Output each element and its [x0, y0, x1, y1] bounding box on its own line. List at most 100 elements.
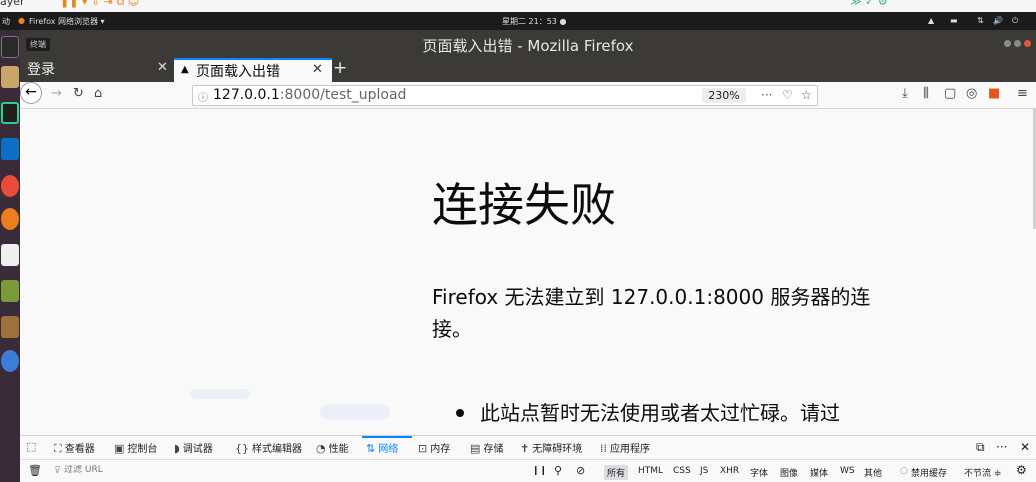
info-icon[interactable]: ⓘ [198, 89, 208, 104]
extension-badge-icon[interactable]: ■ [988, 86, 1000, 101]
dock-launcher [0, 30, 20, 482]
tab-label: 内存 [430, 444, 451, 455]
pycharm-icon[interactable] [1, 102, 19, 124]
filter-images-button[interactable]: 图像 [780, 466, 798, 479]
pause-icon[interactable]: ❙❙ [532, 466, 547, 476]
disable-cache-checkbox[interactable]: ○ [900, 466, 908, 476]
activities-button[interactable]: 动 [2, 16, 10, 27]
launcher-tooltip: 终端 [26, 38, 50, 51]
error-title: 连接失败 [432, 178, 616, 232]
filter-js-button[interactable]: JS [700, 466, 708, 476]
trash-icon[interactable]: 🗑 [28, 464, 42, 477]
suggestion-text: 此站点暂时无法使用或者太过忙碌。请过 [480, 401, 840, 425]
firefox-icon[interactable] [1, 208, 19, 230]
tab-login[interactable]: 登录 ✕ [20, 58, 172, 82]
system-clock[interactable]: 星期二 21：53 ● [502, 16, 566, 27]
debugger-icon: ◗ [174, 442, 180, 455]
filter-html-button[interactable]: HTML [638, 466, 663, 476]
tab-label: 无障碍环境 [532, 444, 583, 455]
home-button[interactable]: ⌂ [94, 86, 102, 101]
tray-power-icon[interactable]: ⏻ [1012, 16, 1018, 26]
sidebar-icon[interactable]: ▢ [944, 86, 956, 101]
app-menu[interactable]: Firefox 网络浏览器 ▾ [29, 16, 105, 27]
filter-media-button[interactable]: 媒体 [810, 466, 828, 479]
archive-icon[interactable] [1, 280, 19, 302]
page-actions-icon[interactable]: ··· [761, 88, 772, 102]
tab-label: 样式编辑器 [252, 444, 302, 455]
library-icon[interactable]: ⫼ [923, 86, 929, 101]
vscode-icon[interactable] [1, 138, 19, 160]
cloud-illustration [190, 389, 250, 399]
filter-fonts-button[interactable]: 字体 [750, 466, 768, 479]
tab-console[interactable]: ▣ 控制台 [114, 440, 157, 455]
tray-keyboard-icon[interactable]: ▬ [950, 16, 958, 25]
filter-css-button[interactable]: CSS [673, 466, 691, 476]
devtools-menu-icon[interactable]: ··· [996, 440, 1007, 454]
search-icon[interactable]: ⚲ [554, 464, 562, 477]
filter-ws-button[interactable]: WS [840, 466, 855, 476]
tray-volume-icon[interactable]: 🔊 [993, 16, 1003, 25]
background-window-text: ayer [0, 0, 25, 8]
close-devtools-icon[interactable]: ✕ [1020, 440, 1030, 454]
minimize-button[interactable] [1004, 40, 1011, 47]
files-icon[interactable] [1, 66, 19, 88]
filter-all-button[interactable]: 所有 [604, 465, 629, 480]
help-icon[interactable] [1, 350, 19, 372]
console-icon: ▣ [114, 442, 125, 455]
text-editor-icon[interactable] [1, 244, 19, 266]
storage-icon: ▤ [470, 442, 481, 455]
element-picker-icon[interactable]: ⬚ [26, 440, 39, 453]
filter-xhr-button[interactable]: XHR [720, 466, 739, 476]
tab-inspector[interactable]: ⛶ 查看器 [54, 440, 95, 456]
filter-funnel-icon: ⊽ [54, 466, 61, 476]
devtools-panel: ⬚ ⛶ 查看器 ▣ 控制台 ◗ 调试器 {} 样式编辑器 ◔ 性能 ⇅ 网络 ⊡ 内存 ▤ 存储… [20, 435, 1036, 482]
tab-style-editor[interactable]: {} 样式编辑器 [235, 440, 302, 455]
url-bar[interactable]: ⓘ 127.0.0.1:8000/test_upload 230% ··· ♡ … [192, 85, 818, 106]
tab-label: 登录 [27, 62, 55, 78]
close-tab-icon[interactable]: ✕ [157, 60, 168, 75]
maximize-button[interactable] [1014, 40, 1021, 47]
tray-network-icon[interactable]: ⇅ [977, 16, 984, 25]
tab-network[interactable]: ⇅ 网络 [366, 440, 398, 455]
close-window-button[interactable] [1024, 40, 1031, 47]
terminal-icon[interactable] [1, 36, 19, 58]
gear-icon[interactable]: ⚙ [1016, 463, 1027, 477]
tab-performance[interactable]: ◔ 性能 [316, 440, 349, 455]
block-icon[interactable]: ⊘ [576, 464, 585, 477]
zoom-level-badge[interactable]: 230% [702, 88, 746, 103]
downloads-icon[interactable]: ⤓ [902, 86, 908, 101]
tab-label: 控制台 [127, 444, 158, 455]
style-editor-icon: {} [235, 442, 249, 455]
tray-icon-triangle[interactable]: ▲ [928, 16, 934, 25]
filter-other-button[interactable]: 其他 [864, 466, 882, 479]
tab-strip: 登录 ✕ ▲ 页面载入出错 ✕ + [20, 58, 1036, 82]
devtools-tabbar: ⬚ ⛶ 查看器 ▣ 控制台 ◗ 调试器 {} 样式编辑器 ◔ 性能 ⇅ 网络 ⊡ 内存 ▤ 存储… [20, 436, 1036, 460]
pocket-icon[interactable]: ♡ [782, 88, 793, 102]
menu-hamburger-icon[interactable]: ≡ [1017, 86, 1028, 101]
dock-side-icon[interactable]: ⧉ [976, 440, 985, 455]
url-text[interactable]: 127.0.0.1:8000/test_upload [213, 87, 406, 103]
back-button[interactable]: ← [20, 82, 42, 104]
tab-debugger[interactable]: ◗ 调试器 [174, 440, 213, 455]
tab-page-load-error[interactable]: ▲ 页面载入出错 ✕ [174, 58, 332, 82]
tab-storage[interactable]: ▤ 存储 [470, 440, 503, 455]
system-top-bar: 动 ● Firefox 网络浏览器 ▾ 星期二 21：53 ● ▲ ▬ ⇅ 🔊 … [0, 12, 1036, 30]
extension-icon[interactable]: ◎ [966, 86, 977, 101]
new-tab-button[interactable]: + [333, 58, 347, 78]
tab-accessibility[interactable]: ✝ 无障碍环境 [520, 440, 582, 455]
close-tab-icon[interactable]: ✕ [312, 62, 323, 77]
url-host: 127.0.0.1 [213, 87, 280, 103]
tab-application[interactable]: ⁞⁞ 应用程序 [600, 440, 650, 455]
tab-label: 性能 [328, 444, 349, 455]
filter-url-input[interactable] [64, 465, 204, 475]
reload-button[interactable]: ↻ [73, 86, 84, 101]
throttle-select[interactable]: 不节流 ≑ [964, 466, 1001, 479]
tool-icon[interactable] [1, 316, 19, 338]
background-window-strip: ayer ❚❚ ▾ ⇩ ⇥ ⧉ ☺ ≫ ✓ ⚙ [0, 0, 1036, 12]
window-title-bar: 页面载入出错 - Mozilla Firefox 终端 [20, 30, 1036, 58]
tab-memory[interactable]: ⊡ 内存 [418, 440, 450, 455]
forward-button[interactable]: → [51, 86, 62, 101]
background-toolbar-icons-right: ≫ ✓ ⚙ [850, 0, 888, 8]
bookmark-star-icon[interactable]: ☆ [801, 88, 812, 102]
chrome-icon[interactable] [1, 175, 19, 197]
